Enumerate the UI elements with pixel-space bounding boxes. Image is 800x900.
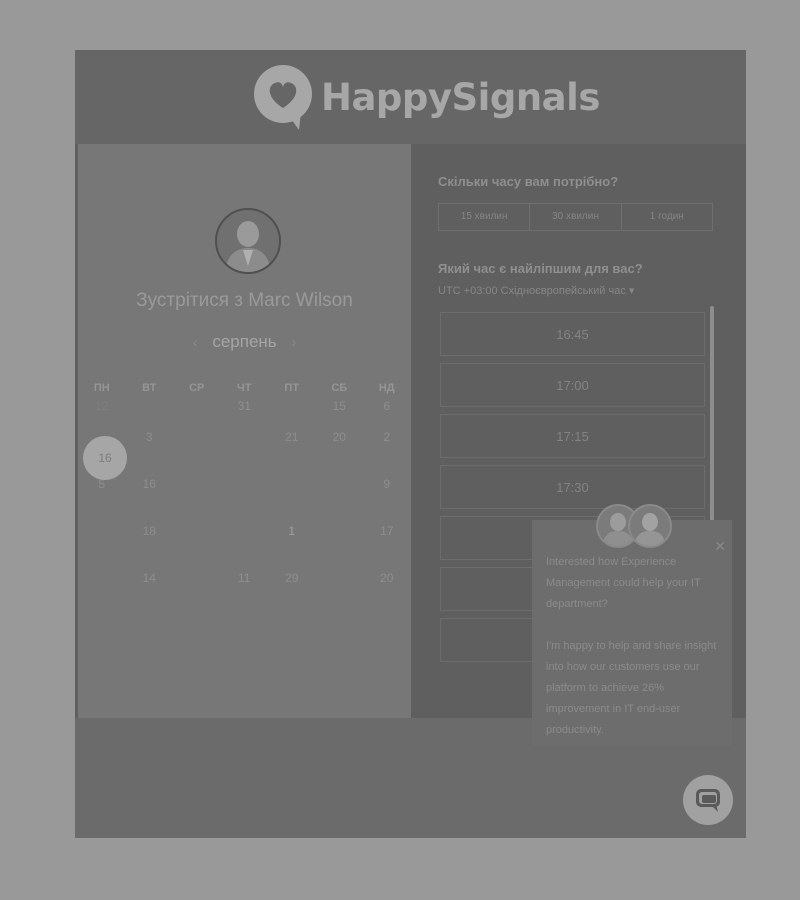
- duration-option[interactable]: 30 хвилин: [530, 204, 622, 230]
- weekday-label: ПТ: [284, 382, 300, 394]
- time-slot[interactable]: 16:45: [440, 312, 705, 356]
- calendar-day[interactable]: 17: [363, 508, 411, 555]
- calendar-day[interactable]: 21: [268, 414, 316, 461]
- month-nav: ‹ серпень ›: [78, 332, 411, 352]
- meet-title: Зустрітися з Marc Wilson: [136, 290, 353, 311]
- calendar-day[interactable]: [221, 414, 269, 461]
- calendar-day[interactable]: [316, 555, 364, 602]
- calendar-day[interactable]: 3: [126, 414, 174, 461]
- person-photo-icon: [217, 210, 279, 272]
- calendar-day[interactable]: 15: [316, 398, 364, 414]
- calendar-week: 14 11 29 20: [78, 555, 411, 602]
- header: HappySignals: [75, 50, 746, 144]
- calendar-day[interactable]: [126, 398, 174, 414]
- chat-agent-avatars: [596, 504, 672, 548]
- chat-launcher-button[interactable]: [683, 775, 733, 825]
- brand-logo: HappySignals: [253, 64, 600, 130]
- duration-question: Скільки часу вам потрібно?: [438, 174, 619, 189]
- calendar-day[interactable]: 1: [268, 508, 316, 555]
- weekday-header: ПН ВТ СР ЧТ ПТ СБ НД: [78, 382, 411, 398]
- calendar-week: 12 31 15 6: [78, 398, 411, 414]
- chat-bubble-icon: [696, 789, 720, 812]
- weekday-label: ПН: [93, 382, 110, 394]
- time-question: Який час є найліпшим для вас?: [438, 261, 643, 276]
- duration-option[interactable]: 15 хвилин: [439, 204, 531, 230]
- calendar-day[interactable]: [173, 461, 221, 508]
- person-photo-icon: [634, 513, 666, 546]
- calendar-grid: ПН ВТ СР ЧТ ПТ СБ НД 12 31 15 6 3 21 20 …: [78, 382, 411, 602]
- calendar-day[interactable]: 2: [363, 414, 411, 461]
- brand-name: HappySignals: [321, 75, 600, 119]
- calendar-week: 3 21 20 2: [78, 414, 411, 461]
- host-avatar: [215, 208, 281, 274]
- selected-day[interactable]: 16: [83, 436, 127, 480]
- next-month-button[interactable]: ›: [291, 334, 296, 351]
- weekday-label: НД: [378, 382, 395, 394]
- calendar-day[interactable]: [316, 508, 364, 555]
- calendar-day[interactable]: [316, 461, 364, 508]
- calendar-day[interactable]: [78, 555, 126, 602]
- calendar-day[interactable]: 6: [363, 398, 411, 414]
- duration-option[interactable]: 1 годин: [622, 204, 712, 230]
- booking-window: HappySignals Зустрітися з Marc Wilson ‹ …: [75, 50, 746, 838]
- weekday-label: СБ: [331, 382, 348, 394]
- chat-message-line: Interested how Experience Management cou…: [546, 556, 701, 610]
- calendar-day[interactable]: 18: [126, 508, 174, 555]
- time-slot[interactable]: 17:15: [440, 414, 705, 458]
- calendar-day[interactable]: 16: [126, 461, 174, 508]
- calendar-day[interactable]: [173, 414, 221, 461]
- time-slot[interactable]: 17:30: [440, 465, 705, 509]
- chat-popup: ✕ Interested how Experience Management c…: [532, 504, 732, 746]
- chat-message: Interested how Experience Management cou…: [546, 552, 722, 741]
- calendar-day[interactable]: [173, 555, 221, 602]
- agent-avatar: [628, 504, 672, 548]
- calendar-day[interactable]: 9: [363, 461, 411, 508]
- calendar-day[interactable]: [221, 508, 269, 555]
- weekday-label: СР: [189, 382, 205, 394]
- calendar-day[interactable]: 14: [126, 555, 174, 602]
- chat-message-line: I'm happy to help and share insight into…: [546, 640, 717, 736]
- calendar-day[interactable]: [268, 398, 316, 414]
- weekday-label: ЧТ: [237, 382, 252, 394]
- calendar-day[interactable]: 20: [316, 414, 364, 461]
- slot-scrollbar[interactable]: [710, 306, 714, 526]
- time-slot[interactable]: 17:00: [440, 363, 705, 407]
- calendar-panel: Зустрітися з Marc Wilson ‹ серпень › ПН …: [78, 144, 411, 718]
- calendar-day[interactable]: [173, 508, 221, 555]
- calendar-day[interactable]: 11: [221, 555, 269, 602]
- calendar-day[interactable]: 29: [268, 555, 316, 602]
- calendar-week: 18 1 17: [78, 508, 411, 555]
- weekday-label: ВТ: [142, 382, 157, 394]
- calendar-day[interactable]: [78, 508, 126, 555]
- calendar-day[interactable]: [173, 398, 221, 414]
- calendar-day[interactable]: 20: [363, 555, 411, 602]
- timezone-selector[interactable]: UTC +03:00 Східноєвропейський час ▾: [438, 284, 634, 297]
- duration-selector: 15 хвилин 30 хвилин 1 годин: [438, 203, 713, 231]
- month-label: серпень: [212, 332, 277, 351]
- calendar-week: 5 16 9: [78, 461, 411, 508]
- calendar-day[interactable]: 12: [78, 398, 126, 414]
- calendar-day[interactable]: [221, 461, 269, 508]
- heart-bubble-icon: [254, 65, 312, 130]
- prev-month-button[interactable]: ‹: [193, 334, 198, 351]
- calendar-day[interactable]: 31: [221, 398, 269, 414]
- calendar-day[interactable]: [268, 461, 316, 508]
